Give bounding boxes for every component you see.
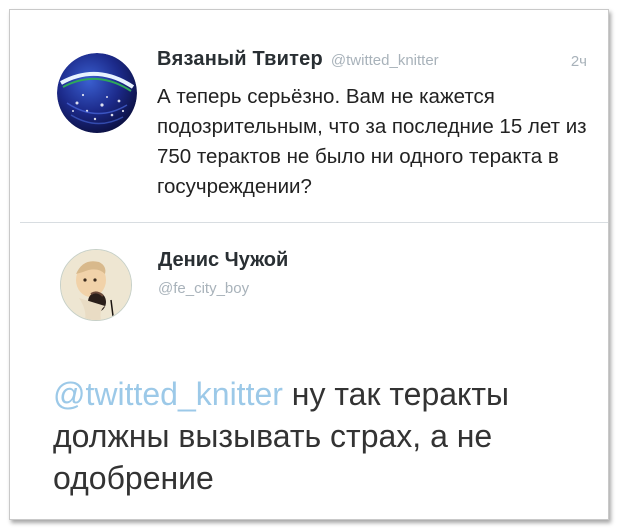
knitted-ball-globe-icon xyxy=(57,53,137,133)
reply-author-name[interactable]: Денис Чужой xyxy=(158,249,288,272)
reply-tweet-text: @twitted_knitter ну так теракты должны в… xyxy=(53,373,573,499)
mention-link[interactable]: @twitted_knitter xyxy=(53,376,283,412)
tweet-text: А теперь серьёзно. Вам не кажется подозр… xyxy=(157,85,587,198)
avatar-fe-city-boy[interactable] xyxy=(60,249,132,321)
tweet-card-reply[interactable]: Денис Чужой @fe_city_boy @twitted_knitte… xyxy=(20,223,608,519)
author-handle[interactable]: @twitted_knitter xyxy=(331,52,439,69)
child-portrait-icon xyxy=(61,250,131,320)
screenshot-frame: Вязаный Твитер @twitted_knitter 2ч А тепе… xyxy=(9,9,609,520)
tweet-card-original[interactable]: Вязаный Твитер @twitted_knitter 2ч А тепе… xyxy=(20,20,608,222)
reply-author-handle[interactable]: @fe_city_boy xyxy=(158,280,249,297)
tweet-header: Вязаный Твитер @twitted_knitter 2ч xyxy=(157,48,597,78)
avatar-twitted-knitter[interactable] xyxy=(57,53,137,133)
author-name[interactable]: Вязаный Твитер xyxy=(157,48,323,70)
tweet-timestamp[interactable]: 2ч xyxy=(571,53,587,70)
